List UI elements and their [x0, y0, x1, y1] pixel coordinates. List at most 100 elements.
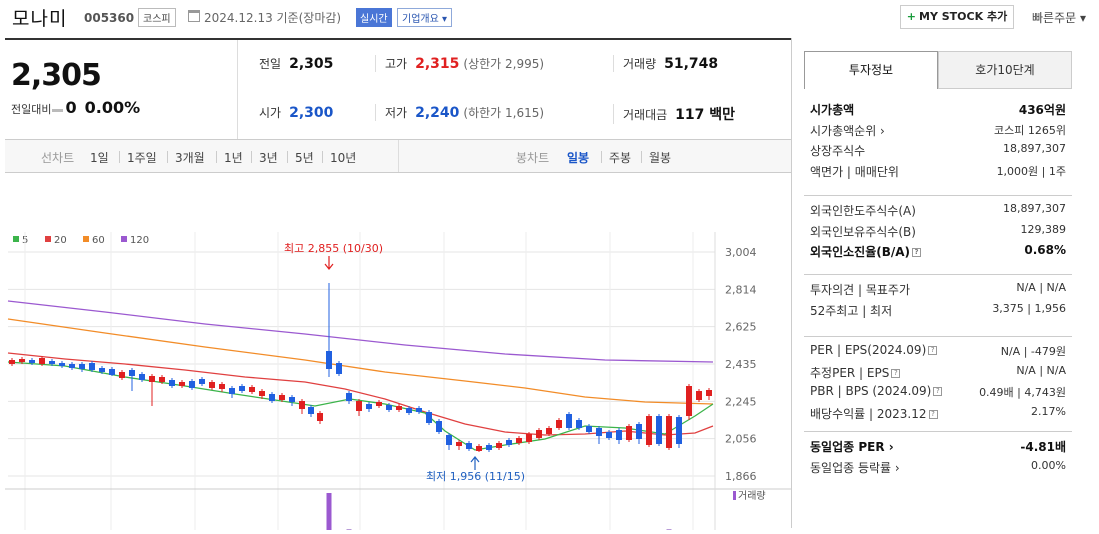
- candle-body: [706, 390, 712, 396]
- price-change: 전일대비 0 0.00%: [11, 98, 140, 117]
- candle-body: [576, 420, 582, 428]
- legend-swatch: [121, 236, 127, 242]
- candle-body: [586, 426, 592, 432]
- period-1d[interactable]: 1일: [90, 149, 109, 166]
- candle-body: [79, 364, 85, 369]
- legend-label: 60: [92, 235, 105, 246]
- y-tick-label: 2,435: [725, 358, 757, 371]
- candle-body: [526, 434, 532, 442]
- add-my-stock-button[interactable]: + MY STOCK 추가: [900, 5, 1014, 29]
- info-label[interactable]: 시가총액순위 ›: [810, 122, 885, 139]
- candle-body: [686, 386, 692, 416]
- realtime-button[interactable]: 실시간: [356, 8, 392, 27]
- help-icon[interactable]: ?: [912, 248, 922, 257]
- candle-body: [199, 379, 205, 384]
- info-label: 배당수익률 | 2023.12?: [810, 405, 938, 422]
- legend-label: 120: [130, 235, 149, 246]
- period-5y[interactable]: 5년: [295, 149, 314, 166]
- prev-close: 전일 2,305: [259, 56, 334, 72]
- info-row: 외국인한도주식수(A) 18,897,307: [804, 199, 1072, 220]
- company-overview-button[interactable]: 기업개요 ▾: [397, 8, 452, 27]
- period-bar: 선차트 1일 1주일 3개월 1년 3년 5년 10년 봉차트 일봉 주봉 월봉: [5, 139, 791, 173]
- info-section: 투자의견 | 목표주가 N/A | N/A 52주최고 | 최저 3,375 | 1,…: [804, 274, 1072, 319]
- candle-body: [59, 363, 65, 366]
- candle-body: [229, 388, 235, 394]
- tab-order-book[interactable]: 호가10단계: [938, 51, 1072, 89]
- candle-body: [9, 360, 15, 364]
- base-date: 2024.12.13 기준(장마감): [204, 11, 342, 25]
- candle-body: [219, 384, 225, 389]
- candle-body: [676, 417, 682, 444]
- candle-body: [169, 380, 175, 386]
- candle-body: [626, 426, 632, 440]
- help-icon[interactable]: ?: [928, 346, 938, 355]
- candle-body: [299, 401, 305, 409]
- candle-body: [536, 430, 542, 438]
- chart-svg[interactable]: 520601203,0042,8142,6252,4352,2452,0561,…: [5, 188, 791, 534]
- price-chart[interactable]: 520601203,0042,8142,6252,4352,2452,0561,…: [5, 188, 791, 534]
- candle-body: [356, 401, 362, 411]
- info-row: 시가총액 436억원: [804, 98, 1072, 119]
- volume-bar: [666, 529, 672, 533]
- candle-body: [546, 428, 552, 434]
- info-row: 시가총액순위 › 코스피 1265위: [804, 119, 1072, 140]
- info-row: 추정PER | EPS? N/A | N/A: [804, 361, 1072, 382]
- info-label[interactable]: 동일업종 등락률 ›: [810, 459, 900, 476]
- candle-body: [496, 443, 502, 448]
- candle-body: [456, 442, 462, 446]
- low-price: 저가 2,240 (하한가 1,615): [375, 104, 544, 121]
- calendar-icon: [188, 10, 200, 22]
- candle-body: [366, 404, 372, 409]
- help-icon[interactable]: ?: [891, 368, 901, 378]
- period-daily[interactable]: 일봉: [567, 149, 589, 166]
- y-tick-label: 1,866: [725, 470, 757, 483]
- candle-body: [39, 358, 45, 364]
- tab-investment-info[interactable]: 투자정보: [804, 51, 938, 89]
- info-label[interactable]: 동일업종 PER ›: [810, 438, 894, 455]
- period-10y[interactable]: 10년: [330, 149, 356, 166]
- candle-body: [19, 359, 25, 362]
- line-chart-label: 선차트: [41, 151, 75, 165]
- current-price: 2,305: [11, 58, 102, 93]
- period-1y[interactable]: 1년: [224, 149, 243, 166]
- volume-bar: [326, 493, 332, 533]
- info-label: 투자의견 | 목표주가: [810, 283, 910, 297]
- candle-body: [466, 443, 472, 449]
- candle-body: [139, 374, 145, 380]
- info-value: N/A | N/A: [1016, 281, 1066, 294]
- candle-body: [289, 397, 295, 402]
- candle-body: [269, 394, 275, 401]
- info-value: 18,897,307: [1003, 142, 1066, 155]
- period-weekly[interactable]: 주봉: [609, 149, 631, 166]
- info-row: 외국인보유주식수(B) 129,389: [804, 220, 1072, 241]
- info-label: 액면가 | 매매단위: [810, 164, 899, 179]
- candle-body: [616, 430, 622, 440]
- period-3y[interactable]: 3년: [259, 149, 278, 166]
- info-label: 상장주식수: [810, 144, 866, 158]
- info-label: 외국인보유주식수(B): [810, 224, 916, 239]
- candle-body: [566, 414, 572, 428]
- unchanged-icon: [52, 108, 64, 112]
- candle-body: [99, 368, 105, 372]
- change-label: 전일대비: [11, 103, 52, 116]
- info-value: 129,389: [1020, 222, 1067, 236]
- open-price: 시가 2,300: [259, 105, 334, 121]
- candle-body: [129, 370, 135, 376]
- info-value: 436억원: [1018, 103, 1066, 117]
- price-box: 2,305 전일대비 0 0.00%: [5, 40, 238, 139]
- candle-body: [636, 424, 642, 439]
- info-label: PBR | BPS (2024.09)?: [810, 384, 943, 398]
- quick-order-button[interactable]: 빠른주문 ▾: [1032, 9, 1086, 26]
- period-1w[interactable]: 1주일: [127, 149, 157, 166]
- candle-body: [326, 351, 332, 369]
- info-label: 외국인소진율(B/A)?: [810, 243, 922, 260]
- info-label: 추정PER | EPS?: [810, 364, 901, 381]
- info-row: 배당수익률 | 2023.12? 2.17%: [804, 402, 1072, 423]
- period-3m[interactable]: 3개월: [175, 149, 205, 166]
- candle-body: [317, 413, 323, 421]
- period-monthly[interactable]: 월봉: [649, 149, 671, 166]
- help-icon[interactable]: ?: [928, 409, 938, 419]
- legend-swatch: [13, 236, 19, 242]
- candle-body: [209, 382, 215, 388]
- help-icon[interactable]: ?: [933, 387, 943, 396]
